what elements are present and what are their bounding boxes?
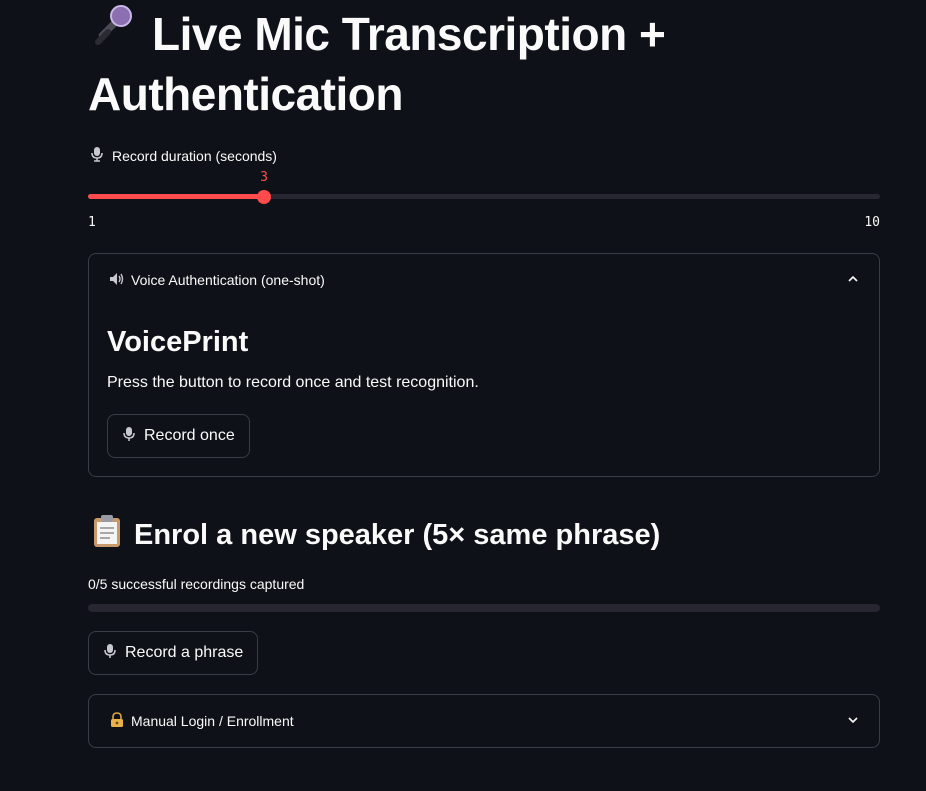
enrol-heading-text: Enrol a new speaker (5× same phrase) — [134, 518, 661, 551]
chevron-down-icon — [847, 713, 859, 729]
slider-fill — [88, 194, 264, 199]
chevron-up-icon — [847, 272, 859, 288]
studio-mic-icon — [103, 643, 117, 664]
voice-auth-expander-body: VoicePrint Press the button to record on… — [89, 324, 879, 476]
voice-auth-expander-header[interactable]: Voice Authentication (one-shot) — [89, 254, 879, 306]
slider-label: Record duration (seconds) — [90, 146, 277, 165]
studio-mic-icon — [122, 426, 136, 447]
slider-min-label: 1 — [88, 215, 96, 230]
lock-with-key-icon — [109, 711, 125, 731]
studio-mic-icon — [90, 146, 104, 165]
voiceprint-description: Press the button to record once and test… — [107, 374, 479, 391]
slider-thumb[interactable] — [257, 190, 271, 204]
record-phrase-button[interactable]: Record a phrase — [88, 631, 259, 675]
microphone-icon — [88, 4, 138, 64]
speaker-icon — [109, 272, 125, 289]
slider-value: 3 — [260, 170, 268, 185]
clipboard-icon — [92, 514, 122, 556]
enrol-progress-text: 0/5 successful recordings captured — [88, 576, 305, 592]
voice-auth-header-label: Voice Authentication (one-shot) — [131, 272, 325, 288]
record-once-label: Record once — [144, 427, 235, 444]
slider-track[interactable] — [88, 194, 880, 199]
main-container: Live Mic Transcription + Authentication … — [0, 0, 926, 791]
manual-login-expander: Manual Login / Enrollment — [88, 694, 880, 748]
page-title: Live Mic Transcription + Authentication — [88, 4, 888, 124]
slider-max-label: 10 — [864, 215, 880, 230]
enrol-progress-bar — [88, 604, 880, 612]
slider-label-text: Record duration (seconds) — [112, 147, 277, 164]
voiceprint-heading: VoicePrint — [107, 326, 249, 358]
duration-slider[interactable]: 3 1 10 — [88, 170, 880, 230]
enrol-heading: Enrol a new speaker (5× same phrase) — [92, 514, 660, 556]
voice-auth-expander: Voice Authentication (one-shot) VoicePri… — [88, 253, 880, 477]
record-once-button[interactable]: Record once — [107, 414, 250, 458]
manual-login-header-label: Manual Login / Enrollment — [131, 713, 294, 729]
record-phrase-label: Record a phrase — [125, 644, 244, 661]
manual-login-expander-header[interactable]: Manual Login / Enrollment — [89, 695, 879, 747]
page-title-text: Live Mic Transcription + Authentication — [88, 8, 666, 120]
